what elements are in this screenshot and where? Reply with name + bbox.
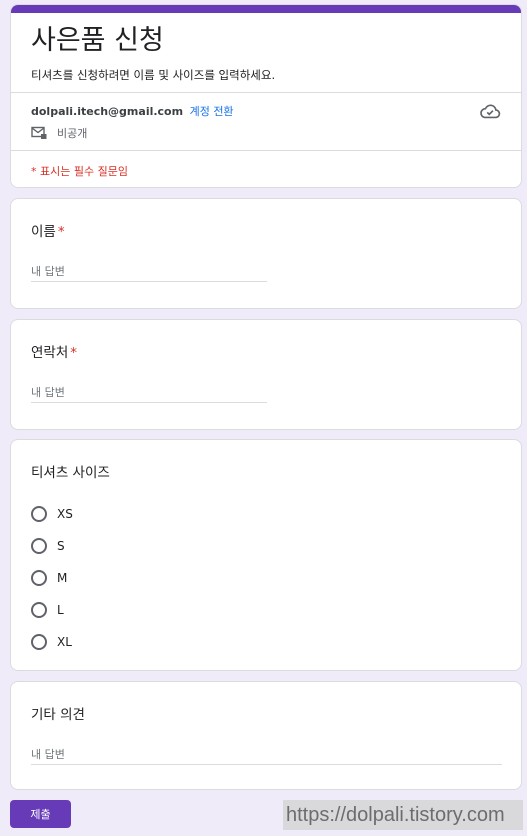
radio-button[interactable] [31,602,47,618]
size-option-m[interactable]: M [31,562,73,594]
question-title-name: 이름 * [31,224,65,240]
size-options: XS S M L XL [31,498,73,658]
required-star: * [70,345,78,361]
question-card-name: 이름 * 내 답변 [10,198,522,309]
size-option-xs[interactable]: XS [31,498,73,530]
required-note: * 표시는 필수 질문임 [31,165,128,178]
contact-input[interactable]: 내 답변 [31,381,267,403]
accent-bar [11,5,521,13]
form-header-card: 사은품 신청 티셔츠를 신청하려면 이름 및 사이즈를 입력하세요. dolpa… [10,4,522,188]
account-email: dolpali.itech@gmail.com [31,105,184,118]
form-title: 사은품 신청 [31,25,164,56]
question-card-contact: 연락처 * 내 답변 [10,319,522,430]
mail-lock-icon [31,126,47,139]
comment-input[interactable]: 내 답변 [31,743,502,765]
submit-button[interactable]: 제출 [10,800,71,828]
cloud-check-icon[interactable] [479,101,501,121]
switch-account-link[interactable]: 계정 전환 [190,105,234,118]
radio-button[interactable] [31,570,47,586]
question-title-comment: 기타 의견 [31,707,85,723]
name-input[interactable]: 내 답변 [31,260,267,282]
header-divider [11,92,521,93]
form-description: 티셔츠를 신청하려면 이름 및 사이즈를 입력하세요. [31,68,276,82]
radio-button[interactable] [31,634,47,650]
size-option-s[interactable]: S [31,530,73,562]
size-option-l[interactable]: L [31,594,73,626]
header-divider-2 [11,150,521,151]
size-option-xl[interactable]: XL [31,626,73,658]
question-title-size: 티셔츠 사이즈 [31,465,110,481]
question-title-contact: 연락처 * [31,345,78,361]
question-card-size: 티셔츠 사이즈 XS S M L XL [10,439,522,671]
privacy-row: 비공개 [31,125,87,141]
account-row: dolpali.itech@gmail.com 계정 전환 [31,103,234,119]
radio-button[interactable] [31,538,47,554]
watermark: https://dolpali.tistory.com [283,800,523,830]
question-card-comment: 기타 의견 내 답변 [10,681,522,790]
privacy-label: 비공개 [57,127,88,140]
radio-button[interactable] [31,506,47,522]
required-star: * [57,224,65,240]
